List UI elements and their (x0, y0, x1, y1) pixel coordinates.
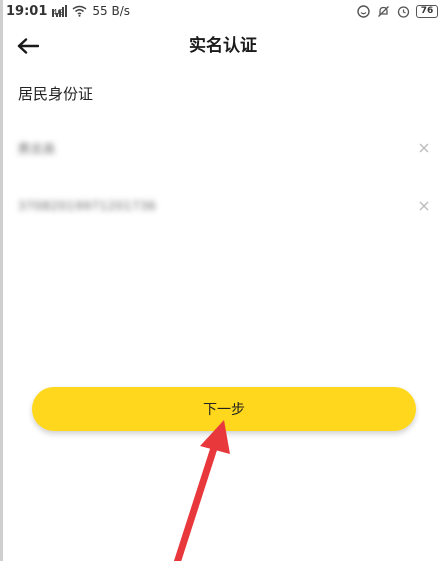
clear-name-button[interactable] (416, 140, 432, 156)
status-time: 19:01 (6, 3, 48, 19)
next-step-button[interactable]: 下一步 (32, 387, 416, 431)
name-input[interactable] (18, 141, 378, 155)
nav-bar: 实名认证 (0, 26, 446, 66)
bell-off-icon (376, 4, 391, 19)
left-edge-divider (0, 0, 3, 561)
clear-id-button[interactable] (416, 198, 432, 214)
status-left: 19:01 4G 55 B/s (6, 4, 130, 19)
status-right: 76 (356, 4, 438, 19)
page-title: 实名认证 (189, 36, 257, 56)
status-bar: 19:01 4G 55 B/s (0, 0, 446, 22)
id-number-input[interactable] (18, 199, 378, 213)
alarm-icon (396, 4, 411, 19)
name-field (18, 128, 432, 168)
clear-icon (419, 143, 429, 153)
battery-icon: 76 (416, 4, 438, 18)
net-speed: 55 B/s (92, 4, 131, 18)
moon-icon (356, 4, 371, 19)
id-number-field (18, 186, 432, 226)
realname-auth-screen: 19:01 4G 55 B/s (0, 0, 446, 561)
signal-icon: 4G (52, 5, 68, 17)
clear-icon (419, 201, 429, 211)
signal-label: 4G (52, 9, 64, 17)
id-type-label: 居民身份证 (18, 85, 94, 103)
wifi-icon (72, 4, 87, 19)
